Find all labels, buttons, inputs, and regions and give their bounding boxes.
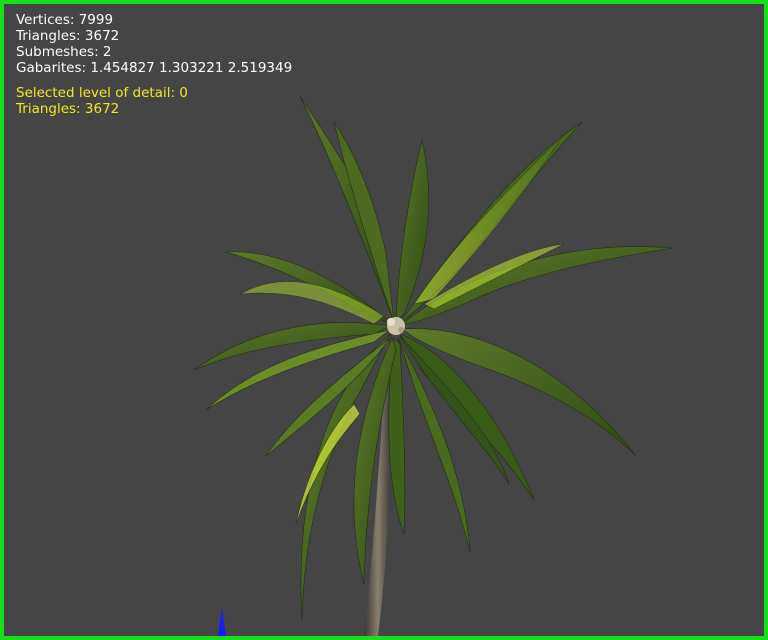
submeshes-count: Submeshes: 2: [16, 44, 112, 60]
triangles-count: Triangles: 3672: [16, 28, 120, 44]
palm-crown: [387, 317, 405, 335]
axis-marker-icon: [218, 608, 226, 636]
lod-triangles-count: Triangles: 3672: [16, 101, 120, 117]
vertices-count: Vertices: 7999: [16, 12, 114, 28]
palm-fronds: [193, 95, 673, 621]
lod-info-overlay: Selected level of detail: 0 Triangles: 3…: [16, 85, 188, 117]
mesh-stats-overlay: Vertices: 7999 Triangles: 3672 Submeshes…: [16, 12, 292, 76]
selected-lod-label: Selected level of detail: 0: [16, 85, 188, 101]
model-viewport[interactable]: Vertices: 7999 Triangles: 3672 Submeshes…: [0, 0, 768, 640]
gabarites-values: Gabarites: 1.454827 1.303221 2.519349: [16, 60, 293, 76]
